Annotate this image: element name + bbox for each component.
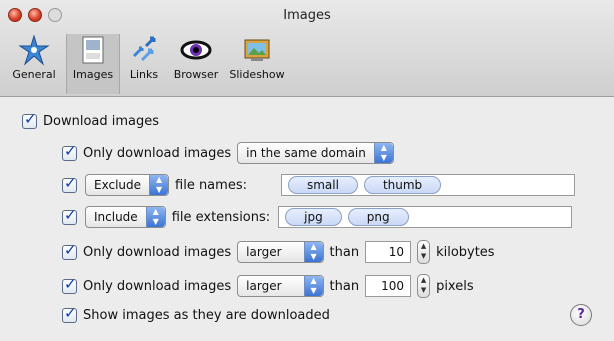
toolbar-links[interactable]: Links bbox=[122, 34, 166, 94]
size-kb-popup-value: larger bbox=[246, 245, 282, 259]
window-title: Images bbox=[283, 8, 331, 23]
toolbar-slideshow-label: Slideshow bbox=[229, 68, 285, 81]
show-downloaded-label: Show images as they are downloaded bbox=[83, 308, 330, 323]
download-images-row: Download images bbox=[22, 110, 160, 129]
size-kb-checkbox[interactable] bbox=[62, 241, 77, 260]
size-kb-label: Only download images bbox=[83, 244, 232, 260]
size-px-row: Only download images larger ▲▼ than 100 … bbox=[62, 274, 474, 298]
only-domain-checkbox[interactable] bbox=[62, 142, 77, 161]
toolbar-browser[interactable]: Browser bbox=[168, 34, 224, 94]
help-button[interactable]: ? bbox=[570, 304, 592, 326]
extensions-label: file extensions: bbox=[171, 209, 271, 225]
domain-popup-value: in the same domain bbox=[246, 146, 366, 160]
size-px-popup-value: larger bbox=[246, 279, 282, 293]
token-thumb[interactable]: thumb bbox=[363, 176, 442, 194]
size-px-label: Only download images bbox=[83, 278, 232, 294]
size-kb-row: Only download images larger ▲▼ than 10 ▲… bbox=[62, 240, 495, 264]
size-px-unit: pixels bbox=[436, 278, 474, 294]
size-px-popup[interactable]: larger ▲ ▼ bbox=[237, 275, 324, 297]
download-images-label: Download images bbox=[43, 114, 160, 129]
token-jpg[interactable]: jpg bbox=[285, 208, 342, 226]
filenames-label: file names: bbox=[175, 177, 247, 193]
toolbar: Images General Images Links Browser Slid… bbox=[0, 0, 614, 97]
size-kb-stepper[interactable]: ▲ ▼ bbox=[417, 240, 431, 264]
picture-frame-icon bbox=[244, 39, 270, 61]
toolbar-images-label: Images bbox=[72, 68, 114, 81]
size-kb-unit: kilobytes bbox=[436, 244, 495, 260]
toolbar-browser-label: Browser bbox=[173, 68, 219, 81]
filenames-row: Exclude ▲▼ file names: small thumb bbox=[62, 174, 575, 196]
extensions-row: Include ▲▼ file extensions: jpg png bbox=[62, 206, 573, 228]
size-kb-input[interactable]: 10 bbox=[365, 241, 412, 263]
toolbar-general-label: General bbox=[12, 68, 56, 81]
jpeg-file-icon bbox=[82, 36, 104, 64]
size-px-input[interactable]: 100 bbox=[365, 275, 412, 297]
popup-arrows-icon: ▲ ▼ bbox=[303, 276, 323, 296]
star-gear-icon bbox=[18, 34, 50, 66]
extensions-mode-value: Include bbox=[94, 210, 138, 224]
toolbar-slideshow[interactable]: Slideshow bbox=[226, 34, 288, 94]
popup-arrows-icon: ▲ ▼ bbox=[373, 143, 393, 163]
size-kb-popup[interactable]: larger ▲ ▼ bbox=[237, 241, 324, 263]
popup-arrows-icon: ▲ ▼ bbox=[149, 175, 169, 195]
extensions-mode-popup[interactable]: Include ▲ ▼ bbox=[85, 206, 166, 228]
only-domain-label: Only download images bbox=[83, 145, 232, 161]
filenames-token-field[interactable]: small thumb bbox=[280, 174, 575, 196]
token-small[interactable]: small bbox=[287, 176, 358, 194]
eye-icon bbox=[180, 40, 212, 60]
show-downloaded-checkbox[interactable] bbox=[62, 304, 77, 323]
filenames-checkbox[interactable] bbox=[62, 174, 77, 193]
filenames-mode-popup[interactable]: Exclude ▲ ▼ bbox=[85, 174, 170, 196]
size-px-than: than bbox=[329, 278, 360, 294]
toolbar-general[interactable]: General bbox=[4, 34, 64, 94]
download-images-checkbox[interactable] bbox=[22, 110, 37, 129]
size-px-stepper[interactable]: ▲ ▼ bbox=[417, 274, 431, 298]
size-px-checkbox[interactable] bbox=[62, 275, 77, 294]
links-arrows-icon bbox=[132, 36, 156, 62]
filenames-mode-value: Exclude bbox=[94, 178, 142, 192]
images-settings-panel: Download images Only download images in … bbox=[12, 108, 602, 334]
preferences-window: Images General Images Links Browser Slid… bbox=[0, 0, 614, 341]
toolbar-links-label: Links bbox=[129, 68, 159, 81]
domain-popup[interactable]: in the same domain ▲ ▼ bbox=[237, 142, 394, 164]
show-downloaded-row: Show images as they are downloaded bbox=[62, 304, 330, 323]
size-kb-than: than bbox=[329, 244, 360, 260]
popup-arrows-icon: ▲ ▼ bbox=[145, 207, 165, 227]
extensions-token-field[interactable]: jpg png bbox=[278, 206, 573, 228]
toolbar-images[interactable]: Images bbox=[66, 34, 120, 94]
extensions-checkbox[interactable] bbox=[62, 206, 77, 225]
only-domain-row: Only download images in the same domain … bbox=[62, 142, 394, 164]
popup-arrows-icon: ▲ ▼ bbox=[303, 242, 323, 262]
token-png[interactable]: png bbox=[347, 208, 409, 226]
